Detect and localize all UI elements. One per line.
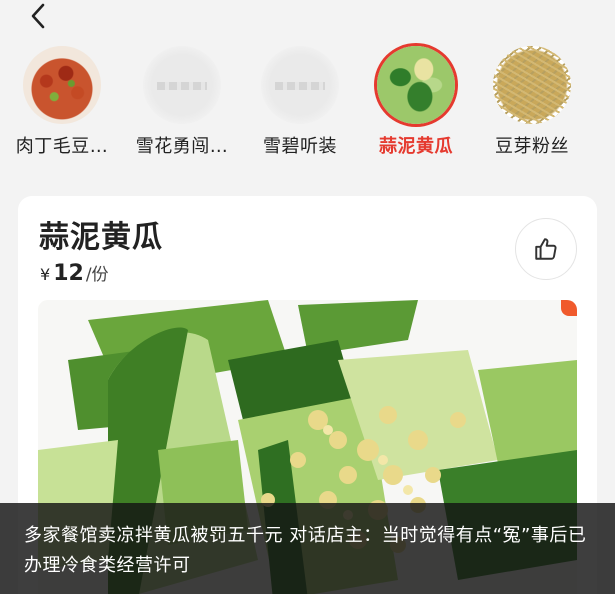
category-label: 蒜泥黄瓜 xyxy=(379,136,453,157)
category-label: 雪花勇闯… xyxy=(135,136,229,157)
category-thumbnail xyxy=(261,46,339,124)
price: ¥ 12 /份 xyxy=(40,260,109,286)
category-item-3[interactable]: 蒜泥黄瓜 xyxy=(366,46,466,158)
chevron-left-icon xyxy=(31,3,45,29)
category-strip: 肉丁毛豆… 雪花勇闯… 雪碧听装 蒜泥黄瓜 豆芽粉丝 xyxy=(0,46,615,166)
category-item-0[interactable]: 肉丁毛豆… xyxy=(12,46,112,158)
category-item-4[interactable]: 豆芽粉丝 xyxy=(482,46,582,158)
category-label: 豆芽粉丝 xyxy=(495,136,569,157)
blurred-product-label xyxy=(275,82,325,90)
price-currency: ¥ xyxy=(40,265,51,284)
category-label: 雪碧听装 xyxy=(263,136,337,157)
category-item-2[interactable]: 雪碧听装 xyxy=(250,46,350,158)
category-label: 肉丁毛豆… xyxy=(15,136,109,157)
category-thumbnail xyxy=(143,46,221,124)
photo-corner-badge xyxy=(561,300,577,316)
dish-title: 蒜泥黄瓜 xyxy=(39,220,163,255)
category-thumbnail xyxy=(493,46,571,124)
thumbs-up-icon xyxy=(535,238,557,260)
caption-text: 多家餐馆卖凉拌黄瓜被罚五千元 对话店主：当时觉得有点“冤”事后已办理冷食类经营许… xyxy=(24,525,587,576)
back-button[interactable] xyxy=(24,2,52,30)
news-caption: 多家餐馆卖凉拌黄瓜被罚五千元 对话店主：当时觉得有点“冤”事后已办理冷食类经营许… xyxy=(0,503,615,594)
like-button[interactable] xyxy=(515,218,577,280)
price-value: 12 xyxy=(53,261,84,286)
category-thumbnail xyxy=(377,46,455,124)
price-unit: /份 xyxy=(85,265,109,285)
category-item-1[interactable]: 雪花勇闯… xyxy=(132,46,232,158)
category-thumbnail xyxy=(23,46,101,124)
blurred-product-label xyxy=(157,82,207,90)
